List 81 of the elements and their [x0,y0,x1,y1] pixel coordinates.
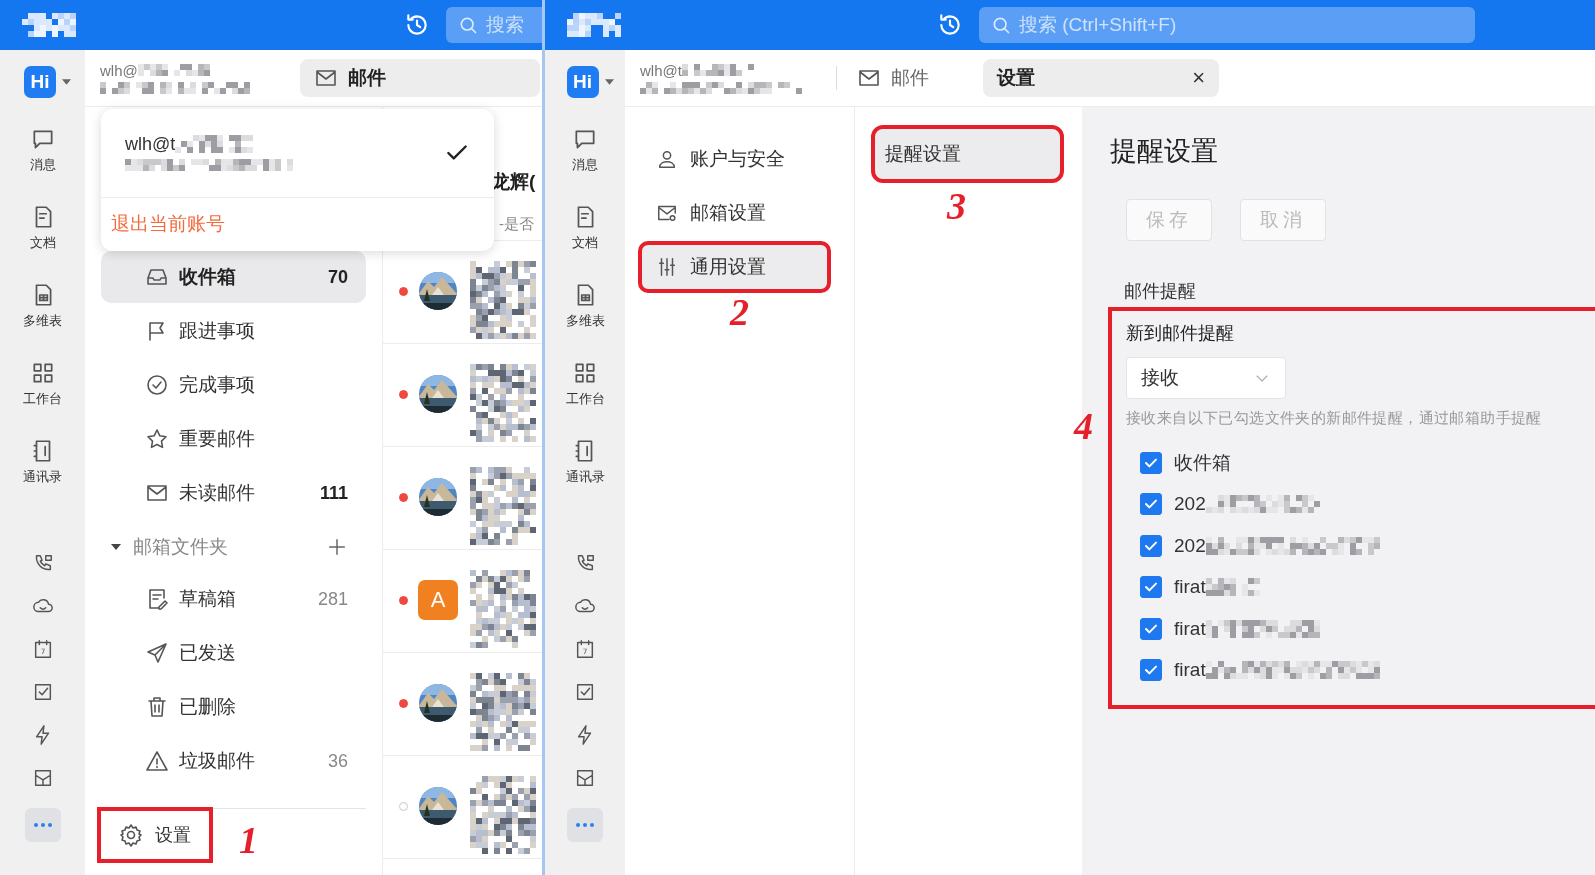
checkbox[interactable] [1140,451,1162,474]
checkbox[interactable] [1140,617,1162,640]
folder-item[interactable]: 草稿箱 281 [101,573,366,625]
app-logo[interactable]: Hi [566,66,599,98]
section-label: 邮件提醒 [1124,280,1197,303]
checkbox[interactable] [1140,534,1162,557]
folder-label: firat [1174,617,1206,640]
folder-item[interactable]: 跟进事项 [101,305,366,357]
nav-item[interactable]: 邮箱设置 [640,189,829,237]
checkbox[interactable] [1140,493,1162,516]
rail-item[interactable]: 工作台 [23,354,62,414]
more-button[interactable] [567,808,603,842]
add-icon[interactable] [326,536,348,558]
rail-item[interactable]: 消息 [29,120,56,180]
folder-item[interactable]: 未读邮件 111 [101,467,366,519]
sliders-icon [656,256,678,278]
tab[interactable]: 邮件 [843,59,943,97]
folder-item[interactable]: 完成事项 [101,359,366,411]
checkbox[interactable] [1140,576,1162,599]
mail-tab[interactable]: 邮件 [300,59,540,97]
page-title: 提醒设置 [1110,135,1219,168]
rail-item[interactable]: 文档 [29,198,56,258]
more-button[interactable] [24,808,61,842]
account-name[interactable]: wlh@ [100,61,138,79]
search-icon [991,15,1011,35]
warning-icon [145,749,169,773]
caret-icon[interactable] [62,79,71,85]
avatar: A [418,580,458,620]
close-icon[interactable]: × [1192,65,1205,91]
settings-button[interactable]: 设置 [101,811,209,859]
nav-item[interactable]: 账户与安全 [640,135,829,183]
settings-icon [119,823,143,847]
folder-item[interactable]: 已发送 [101,627,366,679]
caret-icon[interactable] [111,544,121,550]
mail-preview: -是否 [498,215,535,234]
tab[interactable]: 设置 × [983,59,1219,97]
box-icon[interactable] [574,767,596,789]
section-label: 邮箱文件夹 [133,535,229,559]
rail-item[interactable]: 通讯录 [23,432,62,492]
folder-label: 收件箱 [1174,450,1231,475]
search-field[interactable]: 搜索 [446,7,542,43]
select-field[interactable]: 接收 [1126,357,1286,399]
ellipsis-icon [575,822,595,828]
pixelated-logo [567,13,621,37]
folder-label: 202 [1174,493,1206,516]
folder-item[interactable]: 垃圾邮件 36 [101,735,366,787]
step-number: 1 [239,821,258,859]
checkbox[interactable] [1140,659,1162,682]
pixelated-logo [22,13,76,37]
rail-item[interactable]: 消息 [572,120,598,180]
rail-item[interactable]: 通讯录 [565,432,605,492]
account-name[interactable]: wlh@t [640,61,682,79]
folder-item[interactable]: 已删除 [101,681,366,733]
rail-item[interactable]: 多维表 [23,276,62,336]
setting-label: 新到邮件提醒 [1126,322,1235,345]
rail-item[interactable]: 多维表 [565,276,605,336]
hint-text: 接收来自以下已勾选文件夹的新邮件提醒，通过邮箱助手提醒 [1126,409,1543,428]
step-number: 4 [1074,407,1093,445]
folder-label: 202 [1174,534,1206,557]
history-icon[interactable] [404,12,430,38]
trash-icon [145,695,169,719]
send-icon [145,641,169,665]
step-number: 3 [947,187,966,225]
folder-label: firat [1174,576,1206,599]
grid-icon [572,360,598,386]
folder-item[interactable]: 收件箱 70 [101,251,366,303]
nav-item[interactable]: 通用设置 [640,243,829,291]
user-icon [656,148,678,170]
search-field[interactable]: 搜索 (Ctrl+Shift+F) [979,7,1475,43]
account-name[interactable]: wlh@t [125,133,176,155]
folder-item[interactable]: 重要邮件 [101,413,366,465]
folder-label: firat [1174,659,1206,682]
rail-item[interactable]: 文档 [572,198,598,258]
search-icon [458,15,478,35]
step-number: 2 [730,293,749,331]
app-logo[interactable]: Hi [24,66,56,98]
history-icon[interactable] [937,12,963,38]
star-icon [145,427,169,451]
rail-item[interactable]: 工作台 [565,354,605,414]
ellipsis-icon [32,822,53,828]
caret-icon[interactable] [604,79,614,85]
